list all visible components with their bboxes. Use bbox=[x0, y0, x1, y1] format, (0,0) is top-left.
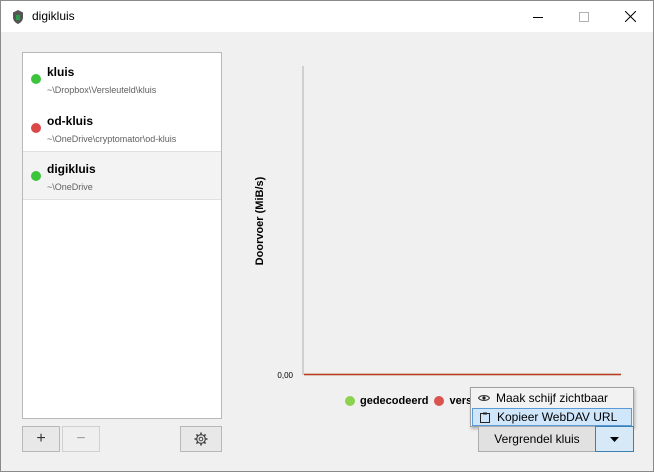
lock-vault-button[interactable]: Vergrendel kluis bbox=[478, 426, 596, 452]
maximize-icon bbox=[579, 11, 589, 22]
vault-name: digikluis bbox=[47, 162, 96, 176]
menu-item-copy-webdav-url[interactable]: Kopieer WebDAV URL bbox=[472, 408, 632, 426]
maximize-button[interactable] bbox=[561, 1, 607, 32]
legend-label-encrypted: vers bbox=[449, 395, 473, 407]
vault-item-od-kluis[interactable]: od-kluis ~\OneDrive\cryptomator\od-kluis bbox=[23, 104, 221, 153]
vault-list: kluis ~\Dropbox\Versleuteld\kluis od-klu… bbox=[22, 52, 222, 419]
vault-name: od-kluis bbox=[47, 114, 94, 128]
menu-item-reveal-drive[interactable]: Maak schijf zichtbaar bbox=[472, 389, 632, 407]
gear-icon bbox=[194, 432, 208, 446]
more-actions-dropdown-button[interactable] bbox=[595, 426, 634, 452]
window-title: digikluis bbox=[32, 9, 75, 23]
app-logo-icon bbox=[13, 10, 23, 24]
remove-vault-button[interactable]: − bbox=[62, 426, 100, 452]
chevron-down-icon bbox=[610, 436, 619, 442]
vault-item-kluis[interactable]: kluis ~\Dropbox\Versleuteld\kluis bbox=[23, 55, 221, 104]
settings-button[interactable] bbox=[180, 426, 222, 452]
minimize-icon bbox=[533, 16, 543, 18]
vault-status-dot bbox=[31, 74, 41, 84]
vault-actions-menu: Maak schijf zichtbaar Kopieer WebDAV URL bbox=[470, 387, 634, 427]
close-icon bbox=[624, 11, 636, 22]
clipboard-icon bbox=[480, 412, 490, 423]
close-button[interactable] bbox=[607, 1, 653, 32]
legend-dot-encrypted bbox=[434, 396, 445, 406]
vault-path: ~\OneDrive bbox=[47, 182, 93, 192]
app-window: digikluis kluis ~\Dropbox\Versleuteld\kl… bbox=[0, 0, 654, 472]
menu-item-label: Maak schijf zichtbaar bbox=[496, 391, 609, 405]
legend-label-decrypted: gedecodeerd bbox=[360, 395, 429, 407]
vault-status-dot bbox=[31, 123, 41, 133]
vault-status-dot bbox=[31, 171, 41, 181]
title-bar[interactable]: digikluis bbox=[1, 1, 653, 32]
throughput-chart: 0,00 bbox=[277, 66, 621, 380]
vault-path: ~\Dropbox\Versleuteld\kluis bbox=[47, 85, 157, 95]
y-tick-label: 0,00 bbox=[277, 371, 293, 380]
vault-item-digikluis[interactable]: digikluis ~\OneDrive bbox=[23, 151, 221, 200]
menu-item-label: Kopieer WebDAV URL bbox=[497, 410, 618, 424]
eye-icon bbox=[478, 395, 490, 401]
vault-path: ~\OneDrive\cryptomator\od-kluis bbox=[47, 134, 177, 144]
vault-name: kluis bbox=[47, 65, 75, 79]
minimize-button[interactable] bbox=[515, 1, 561, 32]
add-vault-button[interactable]: + bbox=[22, 426, 60, 452]
chart-legend: gedecodeerd vers bbox=[345, 395, 472, 407]
legend-dot-decrypted bbox=[345, 396, 355, 406]
